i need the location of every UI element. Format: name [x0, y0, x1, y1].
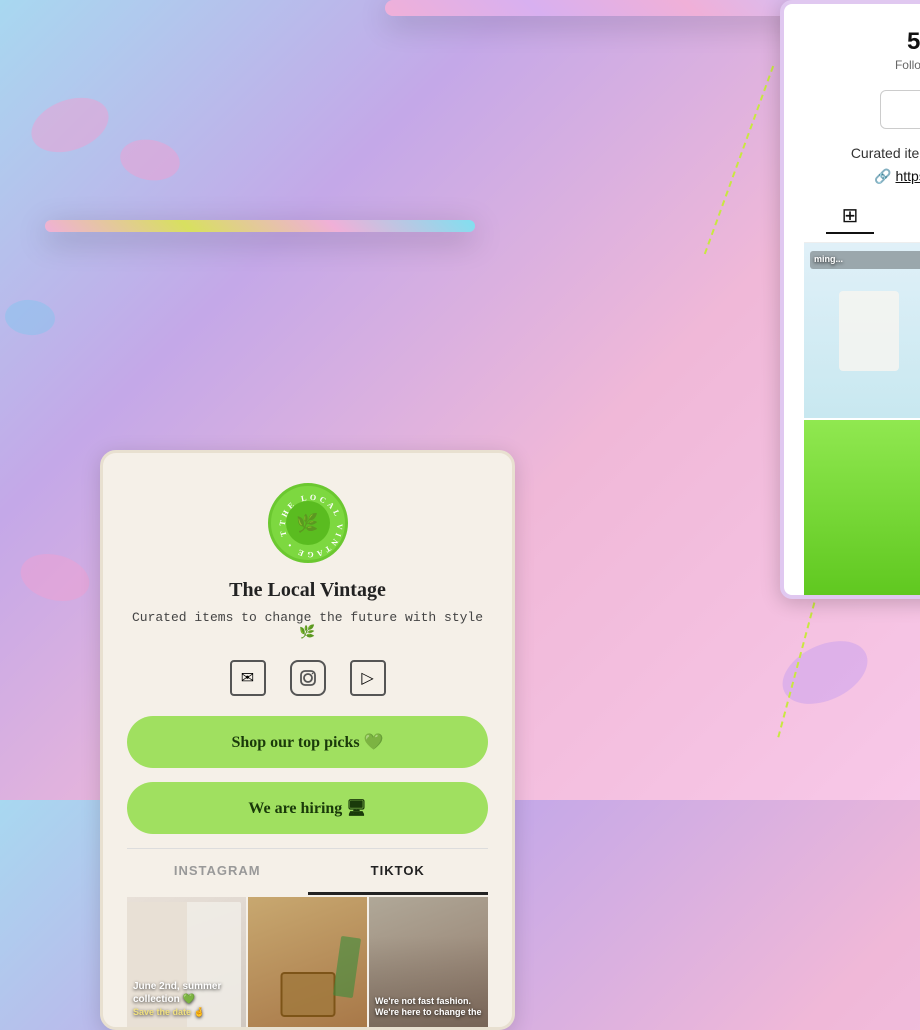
instagram-thumbnails: June 2nd, summer collection 💚Save the da…: [127, 897, 488, 1027]
instagram-icon[interactable]: [290, 660, 326, 696]
following-label: Following: [895, 58, 920, 72]
thumb-1[interactable]: June 2nd, summer collection 💚Save the da…: [127, 897, 246, 1027]
video-1-overlay: ming...: [810, 251, 920, 269]
tiktok-stats-row: 50 Following 101 Followers 80 Likes: [804, 20, 920, 74]
thumb-3-text: We're not fast fashion.We're here to cha…: [375, 996, 482, 1019]
platform-tabs: INSTAGRAM TIKTOK: [127, 848, 488, 895]
shop-button[interactable]: Shop our top picks 💚: [127, 716, 488, 768]
thumb-3[interactable]: We're not fast fashion.We're here to cha…: [369, 897, 488, 1027]
linktree-card: THE LOCAL VINTAGE • THE LOCAL VINTAGE • …: [100, 450, 515, 1030]
tiktok-nav-bar: ⊞ 🔒 🤍 🔖: [804, 199, 920, 243]
tiktok-bio: Curated items to change the future with …: [804, 145, 920, 162]
tiktok-link: 🔗 https://linkin.bio/thelocalvintage/tik…: [804, 168, 920, 185]
grid-nav-icon[interactable]: ⊞: [826, 199, 875, 234]
link-icon: 🔗: [874, 168, 895, 184]
profile-bio: Curated items to change the future with …: [127, 610, 488, 640]
thumb-2[interactable]: [248, 897, 367, 1027]
hiring-button[interactable]: We are hiring 🖥: [127, 782, 488, 834]
tiktok-video-grid: ming... We're not fast fashion. We're he…: [804, 243, 920, 595]
following-stat: 50 Following: [895, 28, 920, 74]
youtube-icon[interactable]: ▷: [350, 660, 386, 696]
tiktok-profile-card: 50 Following 101 Followers 80 Likes Edit…: [780, 0, 920, 599]
social-icons-row: ✉ ▷: [127, 660, 488, 696]
email-icon[interactable]: ✉: [230, 660, 266, 696]
edit-profile-button[interactable]: Edit profile: [880, 90, 920, 129]
tiktok-video-1[interactable]: ming...: [804, 243, 920, 418]
tab-tiktok[interactable]: TIKTOK: [308, 849, 489, 895]
linktree-card-wrapper: THE LOCAL VINTAGE • THE LOCAL VINTAGE • …: [45, 220, 475, 232]
thumb-1-text: June 2nd, summer collection 💚Save the da…: [133, 980, 240, 1019]
tab-instagram[interactable]: INSTAGRAM: [127, 849, 308, 895]
profile-logo: THE LOCAL VINTAGE • THE LOCAL VINTAGE • …: [268, 483, 348, 563]
tiktok-video-4[interactable]: [804, 420, 920, 595]
link-url[interactable]: https://linkin.bio/thelocalvintage/tikto…: [895, 168, 920, 184]
profile-name: The Local Vintage: [127, 579, 488, 602]
following-count: 50: [895, 28, 920, 56]
tiktok-profile-wrapper: 50 Following 101 Followers 80 Likes Edit…: [385, 0, 840, 16]
